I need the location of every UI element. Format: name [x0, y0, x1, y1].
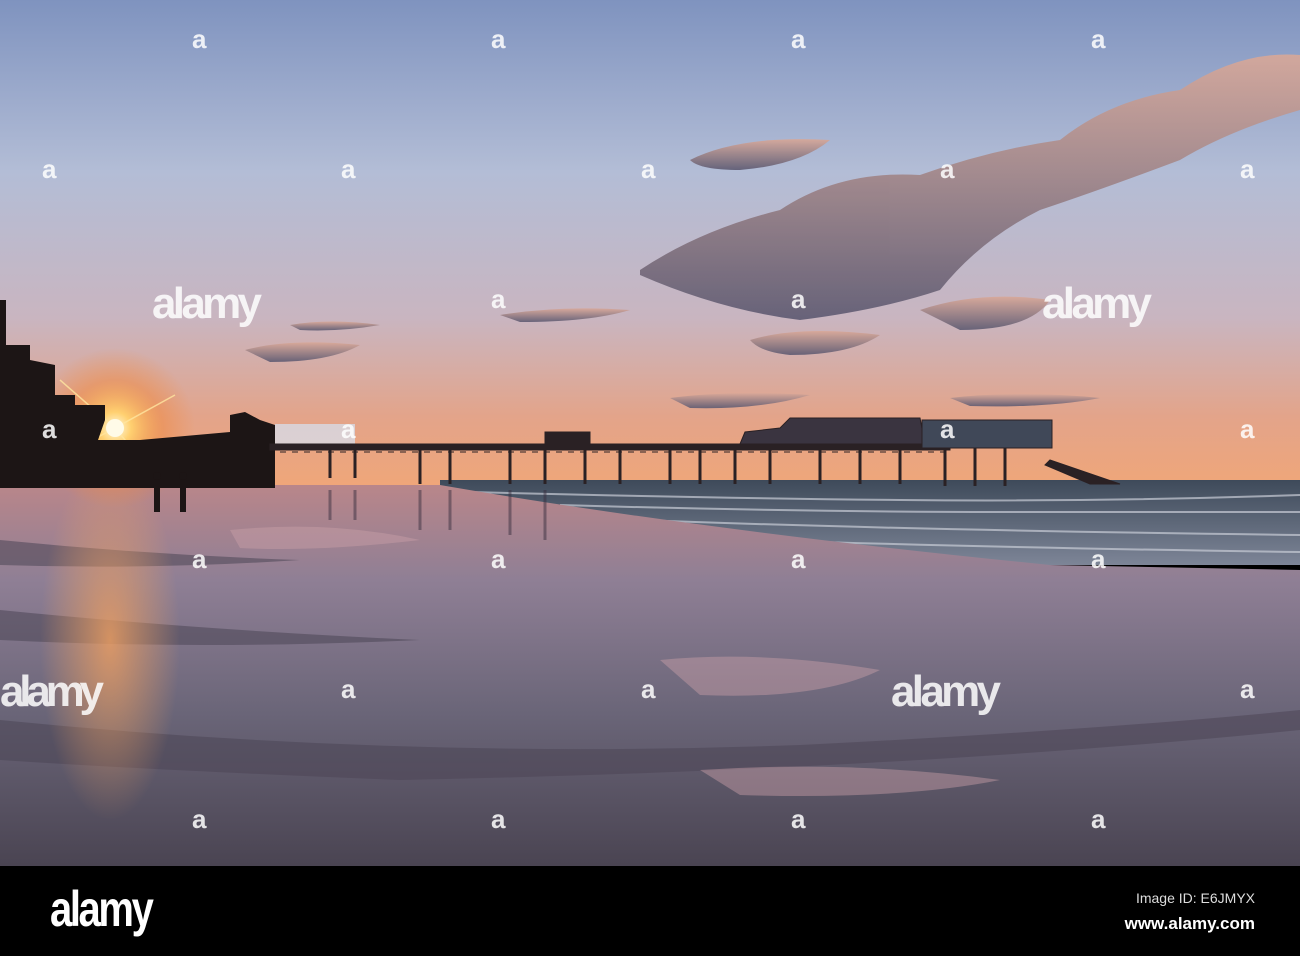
svg-text:a: a	[42, 414, 57, 444]
svg-text:a: a	[1240, 674, 1255, 704]
svg-text:a: a	[1240, 154, 1255, 184]
site-url: www.alamy.com	[1124, 914, 1255, 933]
svg-text:a: a	[641, 154, 656, 184]
svg-text:a: a	[192, 24, 207, 54]
svg-text:a: a	[192, 544, 207, 574]
svg-text:a: a	[791, 804, 806, 834]
footer-bar: alamy Image ID: E6JMYX www.alamy.com	[0, 866, 1300, 956]
svg-text:a: a	[1091, 24, 1106, 54]
svg-text:alamy: alamy	[1042, 279, 1153, 328]
svg-text:a: a	[491, 544, 506, 574]
svg-text:a: a	[791, 284, 806, 314]
beach-pier-sunset-photo: alamy alamy alamy alamy a a a a a a a a a a a a a…	[0, 0, 1300, 866]
svg-text:a: a	[192, 804, 207, 834]
sun	[106, 419, 124, 437]
svg-text:a: a	[940, 414, 955, 444]
svg-text:a: a	[491, 24, 506, 54]
svg-text:a: a	[1091, 544, 1106, 574]
svg-text:a: a	[940, 154, 955, 184]
svg-text:a: a	[341, 154, 356, 184]
svg-text:a: a	[791, 544, 806, 574]
svg-text:a: a	[491, 284, 506, 314]
svg-text:a: a	[1091, 804, 1106, 834]
image-id: Image ID: E6JMYX	[1135, 890, 1255, 906]
svg-text:a: a	[791, 24, 806, 54]
sky	[0, 0, 1300, 490]
svg-text:a: a	[42, 154, 57, 184]
sun-reflection	[40, 460, 180, 820]
svg-text:a: a	[341, 674, 356, 704]
svg-text:a: a	[341, 414, 356, 444]
svg-text:a: a	[641, 674, 656, 704]
svg-text:alamy: alamy	[891, 667, 1002, 716]
svg-text:a: a	[491, 804, 506, 834]
alamy-logo: alamy	[50, 881, 154, 937]
svg-text:alamy: alamy	[152, 279, 263, 328]
svg-text:alamy: alamy	[0, 667, 105, 716]
svg-text:a: a	[1240, 414, 1255, 444]
